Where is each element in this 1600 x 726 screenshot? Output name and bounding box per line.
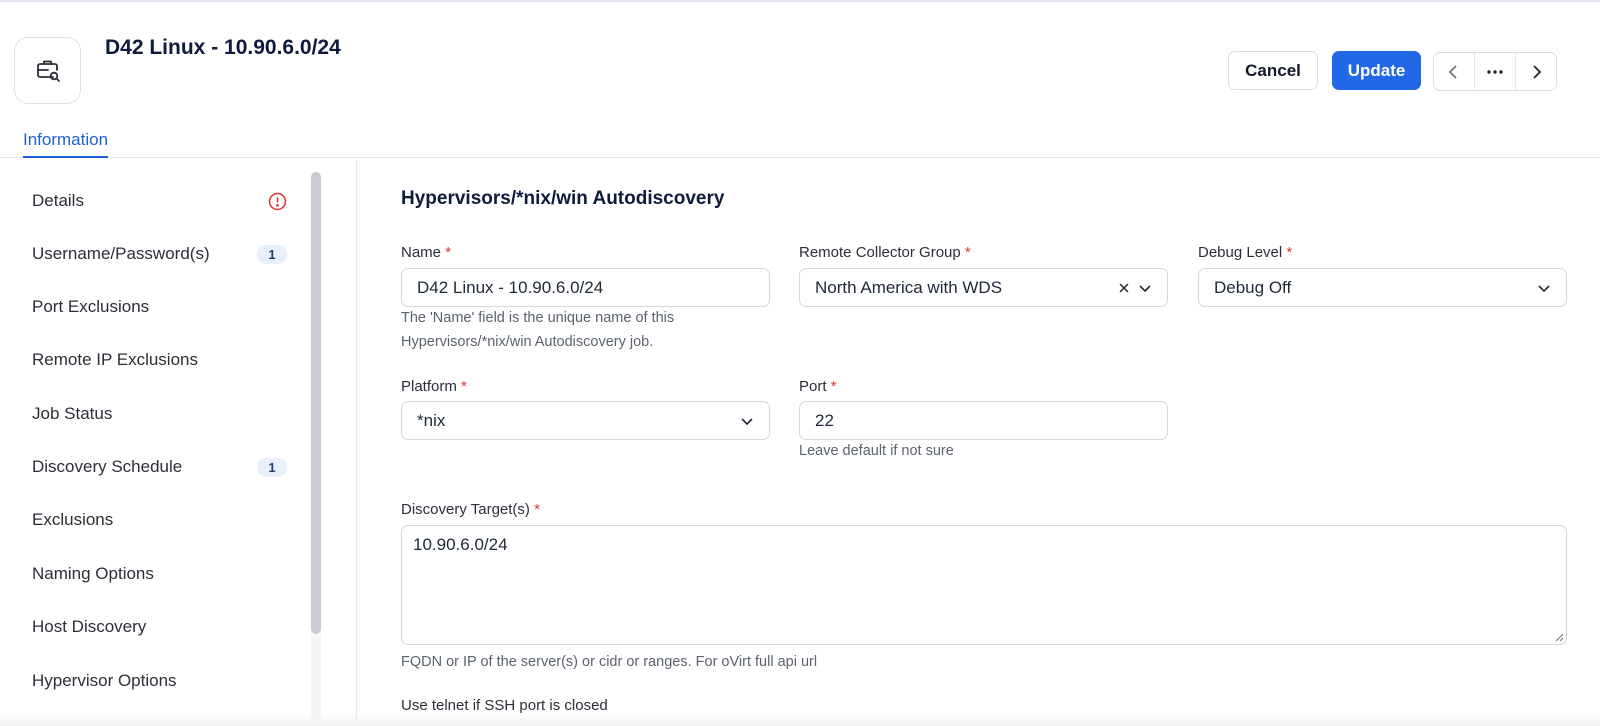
chevron-left-icon bbox=[1448, 64, 1457, 79]
chevron-down-icon bbox=[741, 417, 753, 425]
discovery-targets-label: Discovery Target(s) * bbox=[401, 501, 540, 518]
update-button[interactable]: Update bbox=[1332, 51, 1421, 90]
sidebar-item-host-discovery[interactable]: Host Discovery bbox=[32, 612, 287, 642]
more-options-button[interactable] bbox=[1474, 53, 1515, 90]
debug-level-select[interactable]: Debug Off bbox=[1198, 268, 1567, 307]
next-record-button[interactable] bbox=[1515, 53, 1556, 90]
sidebar-item-label: Username/Password(s) bbox=[32, 244, 210, 263]
platform-label: Platform * bbox=[401, 378, 467, 395]
required-mark: * bbox=[461, 378, 467, 395]
remote-collector-group-select[interactable]: North America with WDS bbox=[799, 268, 1168, 307]
sidebar-item-label: Host Discovery bbox=[32, 617, 147, 636]
sidebar-item-label: Job Status bbox=[32, 404, 113, 423]
form-section-title: Hypervisors/*nix/win Autodiscovery bbox=[401, 188, 725, 209]
discovery-targets-textarea[interactable]: 10.90.6.0/24 bbox=[401, 525, 1567, 645]
name-label: Name * bbox=[401, 244, 451, 261]
platform-value: *nix bbox=[417, 410, 446, 430]
required-mark: * bbox=[830, 378, 837, 395]
discovery-targets-label-text: Discovery Target(s) bbox=[401, 501, 530, 518]
bottom-shadow bbox=[0, 712, 1600, 726]
platform-label-text: Platform bbox=[401, 378, 457, 395]
sidebar-scrollbar-thumb[interactable] bbox=[311, 172, 321, 634]
port-help: Leave default if not sure bbox=[799, 443, 954, 459]
page-header: D42 Linux - 10.90.6.0/24 Cancel Update I… bbox=[0, 2, 1600, 158]
discovery-job-icon bbox=[14, 37, 81, 104]
debug-level-label-text: Debug Level bbox=[1198, 244, 1283, 261]
name-help-line2: Hypervisors/*nix/win Autodiscovery job. bbox=[401, 334, 654, 350]
sidebar-item-label: Naming Options bbox=[32, 564, 154, 583]
sidebar-item-label: Discovery Schedule bbox=[32, 457, 183, 476]
section-sidebar: Details Username/Password(s) 1 Port Excl… bbox=[0, 159, 357, 726]
error-icon bbox=[268, 192, 287, 210]
required-mark: * bbox=[445, 244, 452, 261]
sidebar-item-label: Details bbox=[32, 191, 84, 210]
more-horizontal-icon bbox=[1487, 69, 1503, 74]
name-help-line1: The 'Name' field is the unique name of t… bbox=[401, 310, 675, 326]
tab-information[interactable]: Information bbox=[23, 130, 109, 158]
sidebar-item-label: Remote IP Exclusions bbox=[32, 350, 198, 369]
chevron-right-icon bbox=[1533, 64, 1542, 79]
sidebar-item-port-exclusions[interactable]: Port Exclusions bbox=[32, 292, 287, 322]
previous-record-button[interactable] bbox=[1434, 53, 1474, 90]
discovery-targets-help: FQDN or IP of the server(s) or cidr or r… bbox=[401, 654, 818, 670]
name-label-text: Name bbox=[401, 244, 442, 261]
sidebar-item-exclusions[interactable]: Exclusions bbox=[32, 505, 287, 535]
remote-collector-group-label-text: Remote Collector Group bbox=[799, 244, 961, 261]
record-navigation bbox=[1433, 52, 1557, 91]
chevron-down-icon bbox=[1139, 284, 1151, 292]
required-mark: * bbox=[964, 244, 971, 261]
port-input[interactable]: 22 bbox=[799, 401, 1168, 440]
port-input-value: 22 bbox=[815, 410, 834, 430]
chevron-down-icon bbox=[1538, 284, 1550, 292]
discovery-targets-value: 10.90.6.0/24 bbox=[413, 535, 508, 554]
cancel-button[interactable]: Cancel bbox=[1228, 51, 1318, 90]
platform-select[interactable]: *nix bbox=[401, 401, 770, 440]
count-badge: 1 bbox=[257, 457, 287, 477]
sidebar-item-label: Exclusions bbox=[32, 510, 114, 529]
sidebar-item-job-status[interactable]: Job Status bbox=[32, 399, 287, 429]
sidebar-item-discovery-schedule[interactable]: Discovery Schedule 1 bbox=[32, 452, 287, 482]
sidebar-item-naming-options[interactable]: Naming Options bbox=[32, 559, 287, 589]
name-input[interactable]: D42 Linux - 10.90.6.0/24 bbox=[401, 268, 770, 307]
name-input-value: D42 Linux - 10.90.6.0/24 bbox=[417, 277, 604, 297]
remote-collector-group-value: North America with WDS bbox=[815, 277, 1003, 297]
name-help: The 'Name' field is the unique name of t… bbox=[401, 306, 674, 354]
required-mark: * bbox=[1286, 244, 1293, 261]
sidebar-item-username-passwords[interactable]: Username/Password(s) 1 bbox=[32, 239, 287, 269]
remote-collector-group-label: Remote Collector Group * bbox=[799, 244, 971, 261]
count-badge: 1 bbox=[257, 244, 287, 264]
sidebar-item-details[interactable]: Details bbox=[32, 186, 287, 216]
sidebar-item-label: Hypervisor Options bbox=[32, 671, 177, 690]
sidebar-item-hypervisor-options[interactable]: Hypervisor Options bbox=[32, 666, 287, 696]
clear-icon[interactable] bbox=[1118, 282, 1130, 294]
sidebar-item-label: Port Exclusions bbox=[32, 297, 150, 316]
port-label: Port * bbox=[799, 378, 837, 395]
required-mark: * bbox=[534, 501, 540, 518]
sidebar-item-remote-ip-exclusions[interactable]: Remote IP Exclusions bbox=[32, 345, 287, 375]
page-title: D42 Linux - 10.90.6.0/24 bbox=[105, 36, 341, 59]
resize-handle-icon[interactable] bbox=[1554, 632, 1564, 642]
port-label-text: Port bbox=[799, 378, 827, 395]
debug-level-value: Debug Off bbox=[1214, 277, 1292, 297]
debug-level-label: Debug Level * bbox=[1198, 244, 1292, 261]
